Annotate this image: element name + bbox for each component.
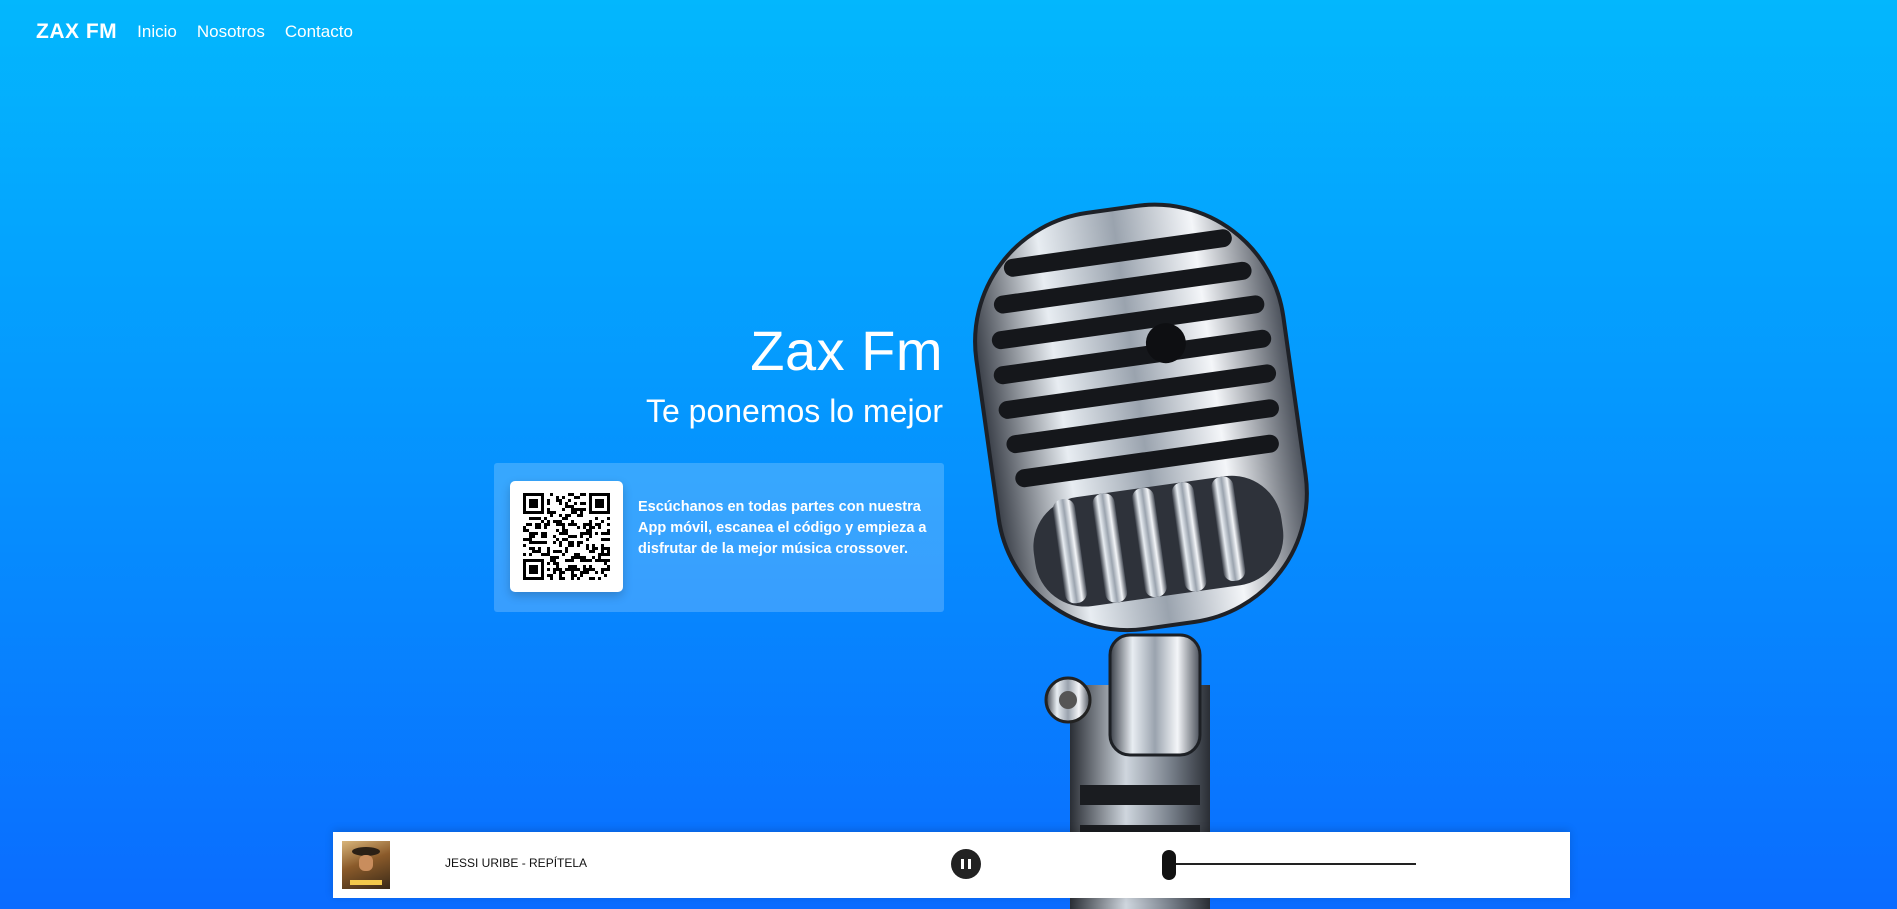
nav-link-inicio[interactable]: Inicio [137, 22, 177, 42]
volume-track [1168, 863, 1416, 865]
now-playing-title: JESSI URIBE - REPÍTELA [445, 856, 588, 870]
qr-code [510, 481, 623, 592]
microphone-image [973, 202, 1309, 909]
qr-code-icon [523, 493, 610, 580]
album-cover [342, 841, 390, 889]
volume-slider[interactable] [1160, 847, 1416, 883]
app-promo-card: Escúchanos en todas partes con nuestra A… [494, 463, 944, 612]
hero-title: Zax Fm [750, 319, 943, 382]
audio-player-bar: JESSI URIBE - REPÍTELA [333, 832, 1570, 898]
nav-link-contacto[interactable]: Contacto [285, 22, 353, 42]
pause-button[interactable] [951, 849, 981, 879]
pause-icon [961, 859, 964, 869]
brand-logo[interactable]: ZAX FM [36, 20, 117, 44]
app-promo-text: Escúchanos en todas partes con nuestra A… [638, 499, 927, 557]
nav-link-nosotros[interactable]: Nosotros [197, 22, 265, 42]
hero-subtitle: Te ponemos lo mejor [645, 393, 943, 429]
volume-thumb[interactable] [1162, 850, 1176, 880]
top-nav: ZAX FM Inicio Nosotros Contacto [36, 20, 353, 44]
